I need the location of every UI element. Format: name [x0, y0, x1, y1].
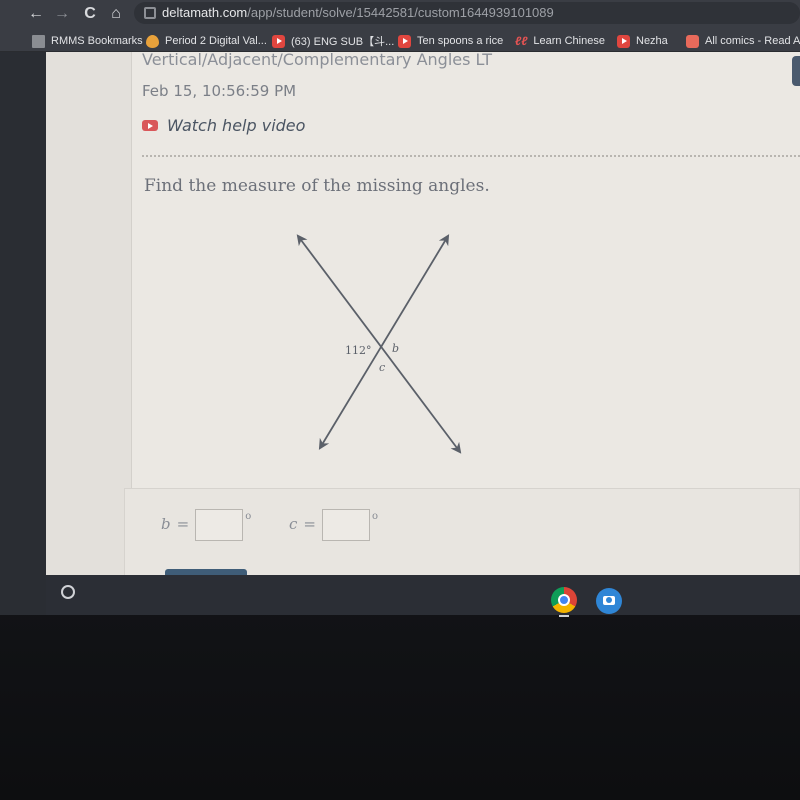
youtube-icon — [398, 34, 411, 48]
site-info-icon[interactable] — [144, 7, 156, 19]
bookmark-nezha[interactable]: Nezha — [617, 32, 668, 50]
camera-icon[interactable] — [596, 588, 622, 614]
help-link-text: Watch help video — [167, 116, 306, 135]
problem-panel: Vertical/Adjacent/Complementary Angles L… — [124, 50, 800, 588]
bookmark-eng-sub[interactable]: (63) ENG SUB【斗... — [272, 32, 394, 50]
url-path: /app/student/solve/15442581/custom164493… — [247, 5, 554, 20]
line-2 — [318, 234, 450, 450]
bookmark-label: Learn Chinese — [533, 35, 605, 47]
equals-sign: = — [176, 515, 190, 533]
youtube-icon — [617, 34, 630, 48]
angle-b-label: b — [392, 342, 399, 355]
forward-button[interactable]: → — [52, 4, 72, 24]
youtube-icon — [272, 34, 285, 48]
line-1 — [296, 234, 462, 454]
folder-icon — [32, 34, 45, 48]
bookmark-label: Ten spoons a rice — [417, 35, 504, 47]
timestamp: Feb 15, 10:56:59 PM — [142, 82, 297, 100]
drop-icon — [146, 34, 159, 48]
angle-c-label: c — [379, 361, 385, 374]
watch-help-video-link[interactable]: Watch help video — [142, 116, 305, 135]
page: Vertical/Adjacent/Complementary Angles L… — [46, 50, 800, 588]
bookmark-label: (63) ENG SUB【斗... — [291, 36, 395, 48]
video-play-icon — [142, 120, 158, 131]
bookmark-label: RMMS Bookmarks — [51, 35, 143, 47]
bookmark-all-comics[interactable]: All comics - Read A — [686, 32, 800, 50]
browser-toolbar: ← → C ⌂ deltamath.com/app/student/solve/… — [0, 0, 800, 28]
answer-c-input[interactable] — [321, 509, 370, 541]
given-angle-label: 112° — [345, 344, 372, 357]
left-gutter — [46, 52, 132, 575]
bookmark-rmms[interactable]: RMMS Bookmarks — [32, 32, 143, 50]
angle-diagram: 112° b c — [296, 234, 462, 454]
screen: ← → C ⌂ deltamath.com/app/student/solve/… — [0, 0, 800, 800]
bookmark-period2[interactable]: Period 2 Digital Val... — [146, 32, 267, 50]
launcher-button[interactable] — [61, 585, 75, 599]
assignment-title: Vertical/Adjacent/Complementary Angles L… — [142, 50, 493, 69]
bookmarks-bar: RMMS Bookmarks Period 2 Digital Val... (… — [0, 28, 800, 52]
chrome-icon[interactable] — [551, 587, 577, 613]
answer-b-group: b = o — [161, 509, 251, 541]
os-shelf — [46, 575, 800, 617]
degree-symbol: o — [245, 511, 252, 522]
answer-b-variable: b — [161, 515, 171, 533]
answer-b-input[interactable] — [195, 509, 244, 541]
bookmark-label: Period 2 Digital Val... — [165, 35, 267, 47]
side-panel-toggle[interactable] — [792, 56, 800, 86]
url-text: deltamath.com/app/student/solve/15442581… — [162, 5, 554, 20]
running-indicator — [559, 615, 569, 617]
screen-bezel — [0, 52, 46, 615]
bookmark-ten-spoons[interactable]: Ten spoons a rice — [398, 32, 503, 50]
address-bar[interactable]: deltamath.com/app/student/solve/15442581… — [134, 2, 800, 24]
home-button[interactable]: ⌂ — [106, 4, 126, 24]
dotted-divider — [142, 155, 800, 157]
question-text: Find the measure of the missing angles. — [144, 176, 490, 196]
answer-area: b = o c = o — [124, 488, 800, 588]
answer-c-group: c = o — [289, 509, 378, 541]
comic-icon — [686, 34, 699, 48]
reload-button[interactable]: C — [80, 4, 100, 24]
bookmark-label: Nezha — [636, 35, 668, 47]
bookmark-learn-chinese[interactable]: ℓℓ Learn Chinese — [515, 32, 605, 50]
answer-c-variable: c — [289, 515, 298, 533]
equals-sign: = — [303, 515, 316, 533]
back-button[interactable]: ← — [26, 4, 46, 24]
degree-symbol: o — [371, 511, 379, 522]
bookmark-label: All comics - Read A — [705, 35, 800, 47]
url-host: deltamath.com — [162, 5, 248, 20]
learn-chinese-icon: ℓℓ — [515, 33, 528, 48]
